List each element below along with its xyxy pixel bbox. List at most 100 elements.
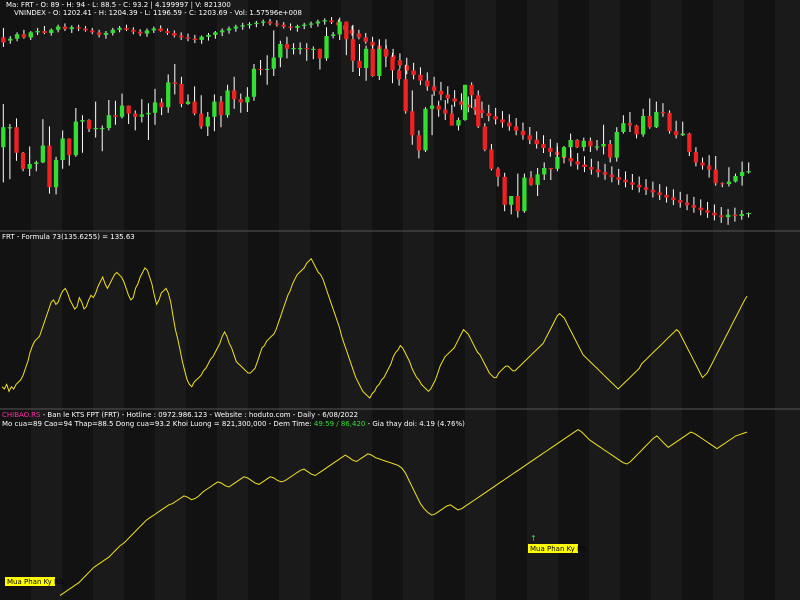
- frt-candle: [383, 48, 389, 57]
- vnindex-candle: [131, 29, 136, 32]
- frt-candle: [700, 162, 705, 166]
- panel3-line-1: CHIBAO.RS - Ban le KTS FPT (FRT) - Hotli…: [2, 411, 358, 419]
- frt-candle: [34, 162, 39, 164]
- frt-candle: [726, 181, 732, 184]
- frt-candle: [614, 132, 619, 158]
- frt-candle: [462, 84, 468, 120]
- header-line1-name: Ma: FRT: [6, 1, 34, 9]
- frt-candle: [608, 144, 613, 158]
- frt-candle: [106, 115, 111, 128]
- vnindex-candle: [452, 98, 457, 102]
- vnindex-candle: [260, 21, 266, 23]
- vnindex-candle: [671, 197, 676, 201]
- frt-candle: [627, 123, 633, 126]
- vnindex-candle: [288, 26, 293, 28]
- frt-candle: [133, 113, 138, 117]
- frt-candle: [489, 149, 494, 169]
- frt-candle: [396, 70, 402, 80]
- header-line-2: VNINDEX - O: 1202.41 - H: 1204.39 - L: 1…: [14, 9, 302, 17]
- vnindex-candle: [90, 30, 95, 33]
- frt-candle: [528, 177, 534, 185]
- vnindex-candle: [192, 38, 198, 40]
- frt-candle: [647, 116, 652, 128]
- frt-candle: [172, 82, 177, 84]
- background-stripe: [372, 0, 403, 600]
- frt-candle: [330, 34, 336, 36]
- signal-label-2: Mua Phan Ky RS: [5, 577, 64, 586]
- vnindex-candle: [513, 126, 519, 131]
- frt-candle: [575, 140, 580, 148]
- vnindex-candle: [691, 205, 697, 208]
- vnindex-candle: [233, 26, 239, 29]
- vnindex-candle: [301, 24, 307, 26]
- vnindex-candle: [520, 130, 526, 136]
- vnindex-candle: [418, 74, 423, 81]
- vnindex-candle: [42, 31, 47, 33]
- frt-candle: [667, 112, 672, 132]
- panel2-label: FRT - Formula 73(135.6255) = 135.63: [2, 233, 135, 241]
- frt-candle: [456, 120, 461, 126]
- frt-candle: [344, 21, 349, 40]
- vnindex-candle: [739, 214, 744, 216]
- vnindex-candle: [623, 179, 628, 183]
- vnindex-candle: [746, 212, 751, 215]
- frt-candle: [86, 120, 92, 129]
- signal-label-2-text: Mua Phan Ky RS: [7, 578, 64, 586]
- vnindex-candle: [178, 35, 184, 38]
- frt-candle: [449, 113, 455, 126]
- vnindex-candle: [14, 34, 20, 39]
- frt-candle: [185, 101, 191, 104]
- vnindex-candle: [240, 25, 245, 27]
- frt-candle: [555, 156, 560, 169]
- vnindex-candle: [363, 37, 368, 42]
- frt-candle: [350, 39, 356, 61]
- vnindex-candle: [630, 182, 635, 185]
- frt-candle: [238, 99, 243, 103]
- vnindex-candle: [643, 187, 649, 190]
- vnindex-candle: [732, 214, 738, 216]
- frt-candle: [192, 101, 197, 114]
- vnindex-candle: [397, 60, 403, 66]
- frt-candle: [27, 164, 32, 169]
- vnindex-candle: [8, 38, 13, 41]
- vnindex-candle: [274, 23, 280, 25]
- vnindex-candle: [295, 25, 300, 28]
- frt-candle: [568, 140, 573, 148]
- frt-candle: [535, 174, 540, 185]
- vnindex-candle: [55, 26, 61, 30]
- vnindex-candle: [677, 200, 683, 203]
- panel3-line2-time: 49:59 / 86,420: [314, 420, 365, 428]
- frt-candle: [469, 84, 474, 96]
- frt-candle: [390, 56, 395, 71]
- frt-candle: [581, 140, 586, 148]
- frt-candle: [476, 95, 481, 127]
- vnindex-candle: [698, 207, 703, 211]
- frt-candle: [311, 48, 316, 50]
- background-stripe: [496, 0, 527, 600]
- background-stripe: [310, 0, 341, 600]
- frt-candle: [205, 116, 210, 127]
- frt-candle: [126, 105, 131, 114]
- frt-candle: [218, 101, 224, 116]
- vnindex-candle: [589, 167, 594, 170]
- signal-label-1-text: Mua Phan Ky RS: [530, 545, 587, 553]
- frt-candle: [304, 48, 309, 50]
- vnindex-candle: [534, 139, 539, 145]
- vnindex-candle: [507, 122, 512, 127]
- frt-candle: [502, 176, 507, 205]
- vnindex-candle: [144, 30, 150, 34]
- frt-candle: [20, 152, 26, 169]
- vnindex-candle: [124, 27, 129, 30]
- vnindex-candle: [21, 34, 27, 38]
- vnindex-candle: [117, 27, 122, 30]
- background-stripes: [0, 0, 775, 600]
- background-stripe: [682, 0, 713, 600]
- vnindex-candle: [356, 33, 362, 38]
- frt-candle: [746, 171, 751, 173]
- frt-candle: [443, 109, 448, 114]
- vnindex-candle: [28, 32, 33, 38]
- frt-candle: [317, 48, 323, 59]
- vnindex-candle: [219, 30, 225, 33]
- vnindex-candle: [165, 31, 170, 33]
- vnindex-candle: [110, 29, 116, 33]
